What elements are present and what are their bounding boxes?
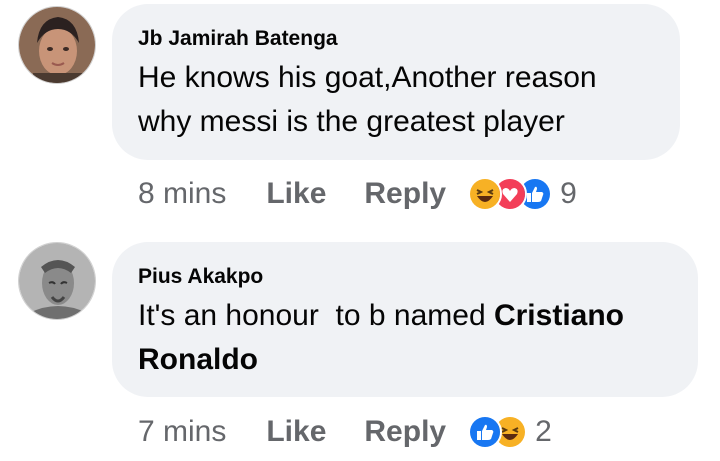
comment-text-plain: It's an honour to b named bbox=[138, 299, 494, 332]
user-photo-icon bbox=[19, 243, 95, 319]
like-button[interactable]: Like bbox=[266, 177, 326, 211]
reply-button[interactable]: Reply bbox=[364, 177, 446, 211]
comment-bubble: Pius Akakpo It's an honour to b named Cr… bbox=[112, 242, 698, 397]
reply-button[interactable]: Reply bbox=[364, 415, 446, 449]
comment-bubble: Jb Jamirah Batenga He knows his goat,Ano… bbox=[112, 4, 680, 160]
reaction-summary[interactable] bbox=[468, 177, 553, 211]
comment-time[interactable]: 7 mins bbox=[138, 415, 226, 449]
comment-text: It's an honour to b named Cristiano Rona… bbox=[138, 294, 672, 382]
like-button[interactable]: Like bbox=[266, 415, 326, 449]
avatar[interactable] bbox=[18, 242, 96, 320]
avatar[interactable] bbox=[18, 6, 96, 84]
reaction-count[interactable]: 9 bbox=[560, 177, 577, 211]
comment-actions: 8 mins Like Reply 9 bbox=[138, 174, 577, 214]
reaction-summary[interactable] bbox=[468, 415, 528, 449]
comment-author[interactable]: Jb Jamirah Batenga bbox=[138, 26, 654, 52]
haha-reaction-icon bbox=[468, 177, 503, 211]
comment-text: He knows his goat,Another reason why mes… bbox=[138, 61, 597, 138]
comment-actions: 7 mins Like Reply 2 bbox=[138, 412, 552, 452]
comment-time[interactable]: 8 mins bbox=[138, 177, 226, 211]
like-reaction-icon bbox=[468, 415, 503, 449]
user-photo-icon bbox=[19, 7, 95, 83]
comment-author[interactable]: Pius Akakpo bbox=[138, 264, 672, 290]
reaction-count[interactable]: 2 bbox=[535, 415, 552, 449]
